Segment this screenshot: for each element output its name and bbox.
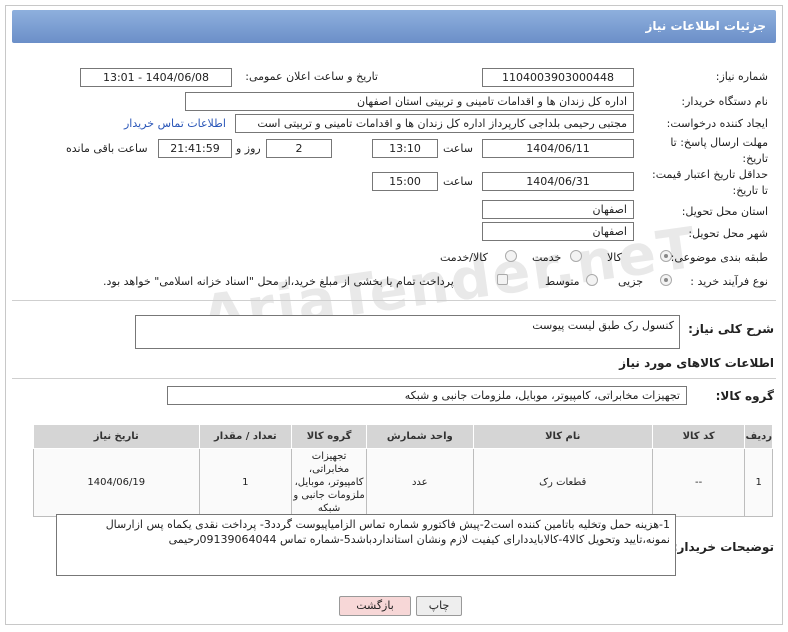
divider	[12, 300, 776, 301]
cell-group: تجهیزات مخابراتی، کامپیوتر، موبایل، ملزو…	[291, 448, 367, 517]
price-validity-label: حداقل تاریخ اعتبار قیمت: تا تاریخ:	[652, 168, 768, 197]
cell-row-number: 1	[744, 448, 773, 517]
goods-group-field: تجهیزات مخابراتی، کامپیوتر، موبایل، ملزو…	[167, 386, 687, 405]
buyer-org-field: اداره کل زندان ها و اقدامات تامینی و ترب…	[185, 92, 634, 111]
remaining-time-field: 21:41:59	[158, 139, 232, 158]
need-number-label: شماره نیاز:	[715, 70, 768, 83]
page-title: جزئیات اطلاعات نیاز	[12, 10, 776, 43]
column-header: واحد شمارش	[365, 424, 474, 449]
buyer-notes-label: توضیحات خریدار:	[672, 540, 774, 554]
treasury-payment-checkbox[interactable]	[497, 274, 508, 285]
reply-deadline-label: مهلت ارسال پاسخ: تا تاریخ:	[670, 136, 768, 165]
table-header-row: ردیف کد کالا نام کالا واحد شمارش گروه کا…	[33, 424, 773, 449]
reply-date-field: 1404/06/11	[482, 139, 634, 158]
province-field: اصفهان	[482, 200, 634, 219]
process-partial-label: جزیی	[618, 275, 644, 288]
city-field: اصفهان	[482, 222, 634, 241]
category-goods-label: کالا	[607, 251, 622, 264]
announce-field: 1404/06/08 - 13:01	[80, 68, 232, 87]
validity-time-label: ساعت	[443, 175, 473, 188]
buyer-org-label: نام دستگاه خریدار:	[681, 95, 768, 108]
print-button[interactable]: چاپ	[416, 596, 462, 616]
column-header: تاریخ نیاز	[33, 424, 200, 449]
category-both-label: کالا/خدمت	[440, 251, 488, 264]
goods-info-title: اطلاعات کالاهای مورد نیاز	[619, 356, 774, 370]
cell-unit: عدد	[365, 448, 474, 517]
buyer-contact-link[interactable]: اطلاعات تماس خریدار	[124, 117, 226, 130]
buyer-notes-textarea[interactable]: 1-هزینه حمل وتخلیه باتامین کننده است2-پی…	[56, 514, 676, 576]
remaining-time-label: ساعت باقی مانده	[66, 142, 148, 155]
column-header: نام کالا	[472, 424, 653, 449]
process-label: نوع فرآیند خرید :	[690, 275, 768, 288]
category-goods-radio[interactable]	[660, 250, 672, 262]
goods-table: ردیف کد کالا نام کالا واحد شمارش گروه کا…	[33, 424, 773, 517]
back-button[interactable]: بازگشت	[339, 596, 411, 616]
reply-time-label: ساعت	[443, 142, 473, 155]
goods-group-label: گروه کالا:	[715, 389, 774, 403]
validity-date-field: 1404/06/31	[482, 172, 634, 191]
cell-code: --	[651, 448, 746, 517]
requester-label: ایجاد کننده درخواست:	[666, 117, 768, 130]
column-header: تعداد / مقدار	[198, 424, 293, 449]
city-label: شهر محل تحویل:	[688, 227, 768, 240]
requester-field: مجتبی رحیمی بلداجی کارپرداز اداره کل زند…	[235, 114, 634, 133]
category-service-label: خدمت	[532, 251, 562, 264]
province-label: استان محل تحویل:	[681, 205, 768, 218]
table-row: 1 -- قطعات رک عدد تجهیزات مخابراتی، کامپ…	[33, 448, 773, 517]
category-both-radio[interactable]	[505, 250, 517, 262]
summary-textarea[interactable]: کنسول رک طبق لیست پیوست	[135, 315, 680, 349]
days-count-field: 2	[266, 139, 332, 158]
category-service-radio[interactable]	[570, 250, 582, 262]
days-label: روز و	[236, 142, 261, 155]
reply-time-field: 13:10	[372, 139, 438, 158]
need-number-field: 1104003903000448	[482, 68, 634, 87]
payment-note: پرداخت تمام یا بخشی از مبلغ خرید،از محل …	[103, 275, 454, 288]
process-medium-radio[interactable]	[586, 274, 598, 286]
column-header: گروه کالا	[291, 424, 367, 449]
announce-label: تاریخ و ساعت اعلان عمومی:	[245, 70, 378, 83]
process-medium-label: متوسط	[545, 275, 580, 288]
process-partial-radio[interactable]	[660, 274, 672, 286]
summary-label: شرح کلی نیاز:	[688, 322, 774, 336]
column-header: ردیف	[744, 424, 773, 449]
column-header: کد کالا	[651, 424, 746, 449]
divider	[12, 378, 776, 379]
validity-time-field: 15:00	[372, 172, 438, 191]
cell-name: قطعات رک	[472, 448, 653, 517]
cell-quantity: 1	[198, 448, 293, 517]
cell-date: 1404/06/19	[33, 448, 200, 517]
category-label: طبقه بندی موضوعی:	[670, 251, 768, 264]
